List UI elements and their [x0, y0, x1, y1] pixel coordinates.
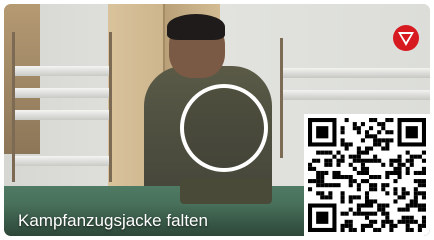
video-title: Kampfanzugsjacke falten [18, 211, 208, 230]
background-bunk-left [12, 32, 112, 182]
video-thumbnail[interactable]: Kampfanzugsjacke falten [4, 4, 430, 236]
red-triangle-logo-icon [393, 25, 419, 51]
qr-code-icon [304, 114, 430, 236]
person-hair [167, 14, 225, 40]
play-button[interactable] [180, 84, 268, 172]
folded-jacket [180, 178, 272, 204]
